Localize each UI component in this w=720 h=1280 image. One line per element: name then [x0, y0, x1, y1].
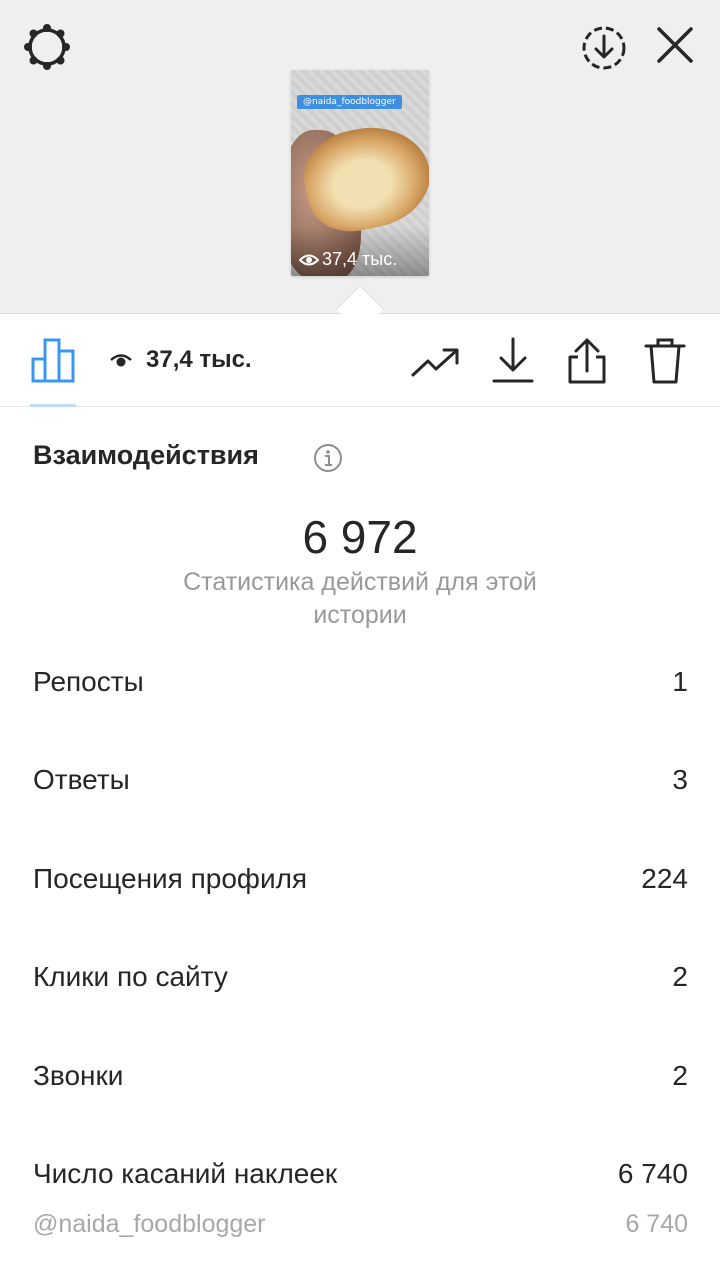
stat-row-reposts: Репосты 1 — [33, 666, 688, 698]
stat-label: Число касаний наклеек — [33, 1158, 338, 1189]
close-icon[interactable] — [652, 22, 698, 68]
gear-icon[interactable] — [22, 22, 72, 72]
mention-sticker: @naida_foodblogger — [297, 95, 402, 109]
stat-value: 2 — [672, 961, 688, 992]
interactions-total: 6 972 — [302, 511, 418, 563]
sticker-breakdown-row: @naida_foodblogger 6 740 — [33, 1210, 688, 1239]
interactions-subtitle: Статистика действий для этой истории — [183, 568, 537, 629]
section-title: Взаимодействия — [33, 440, 259, 470]
story-thumbnail[interactable]: @naida_foodblogger 37,4 тыс. — [291, 70, 429, 276]
views-count: 37,4 тыс. — [146, 346, 252, 373]
download-circle-icon[interactable] — [578, 22, 630, 74]
stat-label: Ответы — [33, 764, 130, 795]
stat-label: Звонки — [33, 1060, 124, 1091]
stat-value: 1 — [672, 666, 688, 697]
stat-row-calls: Звонки 2 — [33, 1060, 688, 1092]
active-tab-indicator — [30, 404, 76, 407]
eye-icon — [299, 254, 319, 265]
thumbnail-views: 37,4 тыс. — [299, 249, 397, 270]
stat-value: 224 — [641, 863, 688, 894]
bar-chart-icon — [31, 338, 75, 383]
stat-row-replies: Ответы 3 — [33, 764, 688, 796]
stat-label: Клики по сайту — [33, 961, 228, 992]
stat-row-website-clicks: Клики по сайту 2 — [33, 961, 688, 993]
stats-tab[interactable] — [30, 337, 78, 407]
trash-icon[interactable] — [640, 337, 690, 385]
stat-row-sticker-taps: Число касаний наклеек 6 740 — [33, 1158, 688, 1190]
share-icon[interactable] — [562, 337, 612, 385]
trend-up-icon[interactable] — [410, 337, 460, 385]
sticker-breakdown-label: @naida_foodblogger — [33, 1210, 266, 1238]
sticker-breakdown-value: 6 740 — [625, 1210, 688, 1238]
story-preview-area: @naida_foodblogger 37,4 тыс. — [0, 0, 720, 314]
stat-label: Репосты — [33, 666, 144, 697]
stat-value: 2 — [672, 1060, 688, 1091]
info-icon[interactable] — [313, 443, 343, 473]
stat-label: Посещения профиля — [33, 863, 308, 894]
stat-value: 3 — [672, 764, 688, 795]
stat-value: 6 740 — [617, 1158, 688, 1189]
thumbnail-views-count: 37,4 тыс. — [322, 249, 398, 269]
stat-row-profile-visits: Посещения профиля 224 — [33, 863, 688, 895]
download-icon[interactable] — [488, 337, 538, 385]
story-toolbar: 37,4 тыс. — [0, 315, 720, 407]
eye-icon — [108, 349, 134, 371]
